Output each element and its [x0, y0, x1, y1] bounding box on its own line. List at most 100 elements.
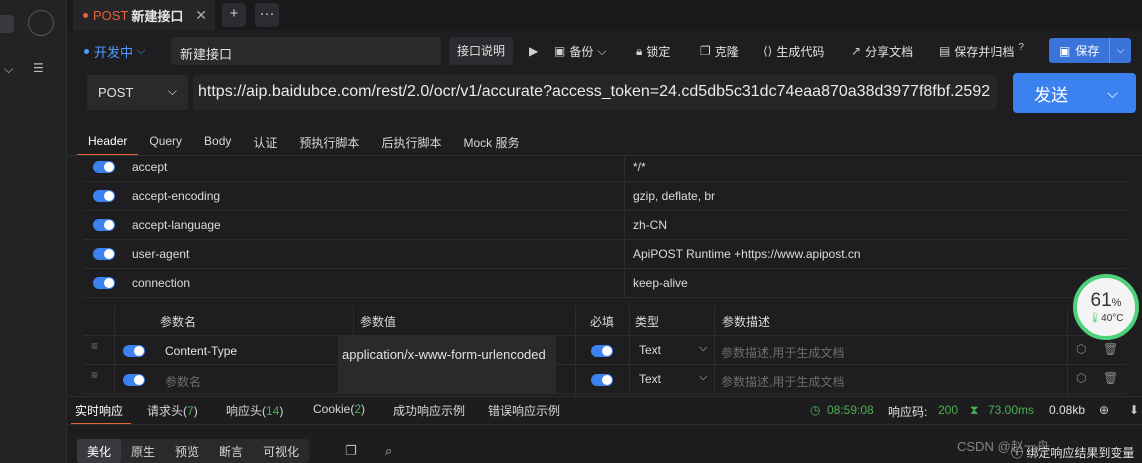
save-archive-button[interactable]: ▤ 保存并归档?	[939, 37, 1024, 65]
cpu-percent: 61%	[1091, 290, 1122, 313]
chevron-down-icon: ⌵	[137, 44, 146, 57]
enable-toggle[interactable]	[93, 190, 115, 205]
main-panel: POST 新建接口 ✕ + ··· 开发中 ⌵ 新建接口 接口说明 ▶ ▣ 备份 ⌵…	[67, 0, 1142, 463]
drag-handle-icon[interactable]: ≡	[91, 369, 105, 381]
api-name-input[interactable]: 新建接口	[171, 37, 441, 65]
chevron-down-icon[interactable]: ⌵	[4, 62, 13, 77]
tab-cookie[interactable]: Cookie(2)	[313, 402, 365, 416]
tab-live-response[interactable]: 实时响应	[75, 402, 123, 419]
drag-handle-icon[interactable]: ≡	[91, 340, 105, 352]
url-input[interactable]: https://aip.baidubce.com/rest/2.0/ocr/v1…	[193, 75, 997, 110]
enable-toggle[interactable]	[93, 161, 115, 176]
tab-new-api[interactable]: POST 新建接口 ✕	[73, 0, 215, 30]
help-icon[interactable]: ?	[1018, 42, 1024, 53]
tab-raw[interactable]: 原生	[121, 439, 165, 463]
gen-code-button[interactable]: ⟨⟩ 生成代码	[763, 37, 824, 65]
tab-label: 响应头(	[226, 404, 266, 418]
globe-icon[interactable]: ⊕	[1099, 403, 1109, 417]
chevron-down-icon: ⌵	[167, 84, 177, 98]
tab-query[interactable]: Query	[138, 128, 193, 156]
header-value: gzip, deflate, br	[633, 189, 716, 203]
share-doc-button[interactable]: ↗ 分享文档	[851, 37, 913, 65]
tab-request-headers[interactable]: 请求头(7)	[147, 402, 198, 419]
copy-icon: ❐	[700, 44, 711, 58]
send-label: 发送	[1034, 85, 1068, 105]
app-window: ⌵ ☰ POST 新建接口 ✕ + ··· 开发中 ⌵ 新建接口 接口说明 ▶ …	[0, 0, 1142, 463]
tab-header[interactable]: Header	[77, 128, 139, 156]
param-value-editor[interactable]: application/x-www-form-urlencoded	[338, 336, 556, 393]
header-key: connection	[132, 276, 191, 290]
response-size: 0.08kb	[1049, 403, 1086, 417]
backup-icon: ▣	[554, 44, 566, 58]
close-icon[interactable]: ✕	[195, 7, 207, 24]
header-key: accept-language	[132, 218, 221, 232]
temperature: 🌡︎40°C	[1088, 313, 1123, 324]
tab-response-headers[interactable]: 响应头(14)	[226, 402, 283, 419]
save-dropdown[interactable]: ⌵	[1109, 38, 1131, 63]
send-dropdown[interactable]: ⌵	[1089, 85, 1136, 102]
param-desc[interactable]: 参数描述,用于生成文档	[721, 373, 844, 390]
type-select[interactable]: Text	[639, 372, 661, 386]
type-select[interactable]: Text	[639, 343, 661, 357]
tab-auth[interactable]: 认证	[242, 128, 288, 156]
api-doc-button[interactable]: 接口说明	[449, 37, 513, 65]
more-tabs-button[interactable]: ···	[255, 3, 279, 27]
tab-pretty[interactable]: 美化	[77, 439, 122, 463]
param-name[interactable]: 参数名	[165, 373, 201, 390]
tab-mock[interactable]: Mock 服务	[452, 128, 530, 156]
col-required: 必填	[590, 315, 615, 329]
response-duration: 73.00ms	[988, 403, 1035, 417]
trash-icon[interactable]: 🗑︎	[1103, 342, 1118, 356]
tab-error-example[interactable]: 错误响应示例	[488, 402, 560, 419]
environment-select[interactable]: 开发中 ⌵	[84, 38, 164, 64]
required-toggle[interactable]	[591, 374, 613, 389]
download-icon[interactable]: ⬇	[1129, 403, 1139, 417]
lock-button[interactable]: 🔒︎ 锁定	[636, 37, 670, 65]
col-param-name: 参数名	[160, 315, 197, 329]
share-icon: ↗	[851, 44, 862, 58]
list-indent-icon[interactable]: ☰	[33, 61, 44, 75]
system-monitor-widget[interactable]: 61% 🌡︎40°C	[1073, 274, 1139, 340]
tab-post-script[interactable]: 后执行脚本	[370, 128, 452, 156]
enable-toggle[interactable]	[123, 374, 145, 389]
tab-assert[interactable]: 断言	[209, 439, 253, 463]
trash-icon[interactable]: 🗑︎	[1103, 371, 1118, 385]
param-name[interactable]: Content-Type	[165, 344, 237, 358]
header-key: accept	[132, 160, 168, 174]
run-button[interactable]: ▶	[529, 37, 538, 65]
chevron-down-icon: ⌵	[699, 342, 708, 354]
tab-success-example[interactable]: 成功响应示例	[393, 402, 465, 419]
header-value: */*	[633, 160, 646, 174]
header-value: keep-alive	[633, 276, 688, 290]
method-select[interactable]: POST ⌵	[87, 75, 188, 110]
enable-toggle[interactable]	[123, 345, 145, 360]
tab-bar: POST 新建接口 ✕ + ···	[67, 0, 1142, 30]
cube-icon[interactable]: ⬡	[1076, 371, 1086, 385]
share-doc-label: 分享文档	[865, 44, 914, 59]
header-row: accept-language zh-CN	[83, 211, 1126, 240]
tab-visualize[interactable]: 可视化	[253, 439, 309, 463]
collapse-button[interactable]	[0, 15, 14, 33]
send-button[interactable]: 发送 ⌵	[1013, 73, 1136, 113]
enable-toggle[interactable]	[93, 248, 115, 263]
tab-pre-script[interactable]: 预执行脚本	[288, 128, 370, 156]
backup-button[interactable]: ▣ 备份 ⌵	[554, 37, 606, 65]
copy-icon[interactable]: ❐	[345, 443, 357, 459]
request-section-tabs: Header Query Body 认证 预执行脚本 后执行脚本 Mock 服务	[77, 128, 530, 156]
percent-unit: %	[1111, 296, 1122, 309]
search-icon[interactable]: ⌕	[385, 443, 392, 459]
thermometer-icon: 🌡︎	[1088, 312, 1102, 324]
save-button[interactable]: ▣ 保存 ⌵	[1049, 38, 1131, 63]
required-toggle[interactable]	[591, 345, 613, 360]
col-param-value: 参数值	[360, 315, 397, 329]
enable-toggle[interactable]	[93, 219, 115, 234]
tab-preview[interactable]: 预览	[165, 439, 209, 463]
cube-icon[interactable]: ⬡	[1076, 342, 1086, 356]
param-desc[interactable]: 参数描述,用于生成文档	[721, 344, 844, 361]
clone-button[interactable]: ❐ 克隆	[700, 37, 739, 65]
tab-body[interactable]: Body	[193, 128, 242, 156]
add-tab-button[interactable]: +	[222, 3, 246, 27]
target-icon[interactable]	[28, 10, 54, 36]
backup-label: 备份	[569, 44, 594, 59]
enable-toggle[interactable]	[93, 277, 115, 292]
